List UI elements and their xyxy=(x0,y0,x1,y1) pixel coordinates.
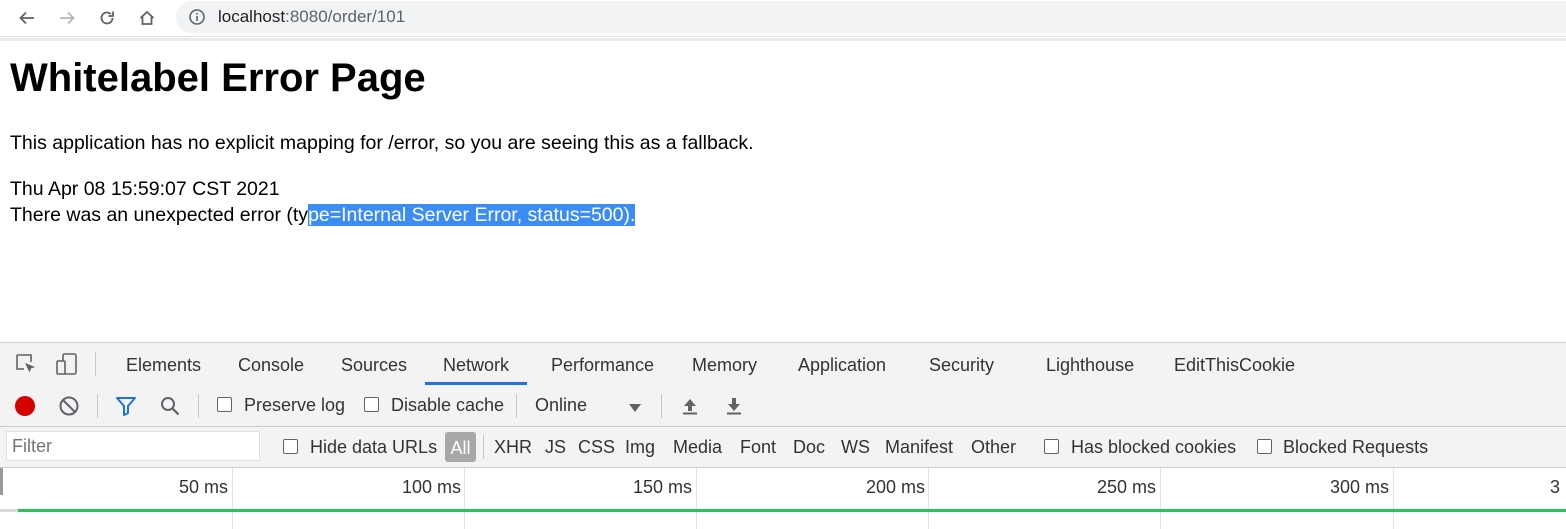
timeline-tick-label: 300 ms xyxy=(1329,477,1389,497)
timeline-tick-label: 150 ms xyxy=(632,477,692,497)
forward-icon xyxy=(60,11,75,25)
filter-type-ws[interactable]: WS xyxy=(841,437,870,458)
inspect-element-button[interactable] xyxy=(14,352,38,376)
filter-separator xyxy=(483,435,484,459)
address-bar[interactable]: localhost:8080/order/101 xyxy=(176,1,1566,33)
network-toolbar: Preserve log Disable cache Online xyxy=(0,385,1566,427)
download-icon xyxy=(727,398,741,415)
toolbar-separator xyxy=(661,394,662,418)
tab-security[interactable]: Security xyxy=(911,343,1012,385)
url-text[interactable]: localhost:8080/order/101 xyxy=(218,7,405,27)
url-host: localhost xyxy=(218,7,286,26)
tab-console[interactable]: Console xyxy=(220,343,322,385)
filter-type-other[interactable]: Other xyxy=(971,437,1016,458)
timeline-tick-label: 200 ms xyxy=(865,477,925,497)
timeline-gridline xyxy=(1160,468,1161,529)
filter-type-font[interactable]: Font xyxy=(740,437,776,458)
tab-editthiscookie[interactable]: EditThisCookie xyxy=(1156,343,1313,385)
timeline-gridline xyxy=(696,468,697,529)
forward-button[interactable] xyxy=(53,4,81,32)
blocked-requests-checkbox[interactable] xyxy=(1257,439,1272,454)
preserve-log-label[interactable]: Preserve log xyxy=(244,395,345,416)
error-description: This application has no explicit mapping… xyxy=(10,132,754,154)
clear-button[interactable] xyxy=(57,394,81,418)
timeline-gridline xyxy=(928,468,929,529)
timeline-gridline xyxy=(464,468,465,529)
disable-cache-label[interactable]: Disable cache xyxy=(391,395,504,416)
hide-data-urls-checkbox[interactable] xyxy=(283,439,298,454)
reload-icon xyxy=(100,11,114,25)
error-timestamp: Thu Apr 08 15:59:07 CST 2021 xyxy=(10,178,280,200)
import-har-button[interactable] xyxy=(678,394,702,418)
search-button[interactable] xyxy=(158,394,182,418)
devtools-panel: Elements Console Sources Network Perform… xyxy=(0,342,1566,529)
timeline-tick-label: 250 ms xyxy=(1096,477,1156,497)
filter-type-img[interactable]: Img xyxy=(625,437,655,458)
blocked-requests-label[interactable]: Blocked Requests xyxy=(1283,437,1428,458)
has-blocked-cookies-label[interactable]: Has blocked cookies xyxy=(1071,437,1236,458)
devtools-tab-strip: Elements Console Sources Network Perform… xyxy=(0,342,1566,386)
page-title: Whitelabel Error Page xyxy=(10,56,426,100)
record-button[interactable] xyxy=(13,394,37,418)
hide-data-urls-label[interactable]: Hide data URLs xyxy=(310,437,437,458)
export-har-button[interactable] xyxy=(722,394,746,418)
toolbar-separator xyxy=(198,394,199,418)
toolbar-separator xyxy=(97,394,98,418)
error-message-prefix: There was an unexpected error (ty xyxy=(10,204,309,226)
back-button[interactable] xyxy=(13,4,41,32)
timeline-request-bar xyxy=(18,509,1566,512)
error-message: There was an unexpected error (type=Inte… xyxy=(10,202,636,228)
record-icon xyxy=(15,396,35,416)
tab-memory[interactable]: Memory xyxy=(674,343,775,385)
toolbar-divider xyxy=(0,38,1566,41)
filter-type-doc[interactable]: Doc xyxy=(793,437,825,458)
upload-icon xyxy=(683,399,697,415)
info-icon[interactable] xyxy=(188,8,206,26)
tab-strip-separator xyxy=(95,352,96,376)
preserve-log-checkbox[interactable] xyxy=(217,397,232,412)
timeline-tick-label: 50 ms xyxy=(178,477,228,497)
throttling-select[interactable]: Online xyxy=(535,395,587,416)
tab-lighthouse[interactable]: Lighthouse xyxy=(1028,343,1152,385)
tab-elements[interactable]: Elements xyxy=(108,343,219,385)
filter-type-manifest[interactable]: Manifest xyxy=(885,437,953,458)
timeline-gridline xyxy=(1393,468,1394,529)
browser-toolbar: localhost:8080/order/101 xyxy=(0,0,1566,37)
filter-type-xhr[interactable]: XHR xyxy=(494,437,532,458)
device-icon xyxy=(56,353,77,375)
timeline-bar-start xyxy=(0,509,18,512)
selected-text: pe=Internal Server Error, status=500). xyxy=(308,204,636,226)
filter-type-css[interactable]: CSS xyxy=(578,437,615,458)
chevron-down-icon[interactable] xyxy=(628,400,642,418)
network-overview-timeline[interactable]: 50 ms 100 ms 150 ms 200 ms 250 ms 300 ms… xyxy=(0,468,1566,529)
filter-bar: Hide data URLs All XHR JS CSS Img Media … xyxy=(0,427,1566,468)
tab-sources[interactable]: Sources xyxy=(323,343,425,385)
tab-performance[interactable]: Performance xyxy=(533,343,672,385)
filter-toggle-button[interactable] xyxy=(114,394,138,418)
clear-icon xyxy=(59,396,79,416)
home-button[interactable] xyxy=(133,4,161,32)
toolbar-separator xyxy=(516,394,517,418)
home-icon xyxy=(139,10,155,25)
disable-cache-checkbox[interactable] xyxy=(364,397,379,412)
tab-network[interactable]: Network xyxy=(425,343,528,385)
back-icon xyxy=(19,11,34,25)
timeline-tick-label: 100 ms xyxy=(401,477,461,497)
url-path: :8080/order/101 xyxy=(285,7,406,26)
page-content: Whitelabel Error Page This application h… xyxy=(10,52,1550,226)
has-blocked-cookies-checkbox[interactable] xyxy=(1044,439,1059,454)
tab-application[interactable]: Application xyxy=(780,343,904,385)
filter-type-all[interactable]: All xyxy=(445,432,476,462)
device-toolbar-button[interactable] xyxy=(55,352,79,376)
filter-type-js[interactable]: JS xyxy=(545,437,566,458)
filter-type-media[interactable]: Media xyxy=(673,437,722,458)
filter-input[interactable] xyxy=(6,431,260,461)
reload-button[interactable] xyxy=(93,4,121,32)
inspect-icon xyxy=(16,354,35,373)
search-icon xyxy=(161,397,180,416)
timeline-handle[interactable] xyxy=(0,468,3,495)
filter-icon xyxy=(116,397,136,416)
timeline-tick-label: 3 xyxy=(1550,477,1561,497)
timeline-gridline xyxy=(232,468,233,529)
